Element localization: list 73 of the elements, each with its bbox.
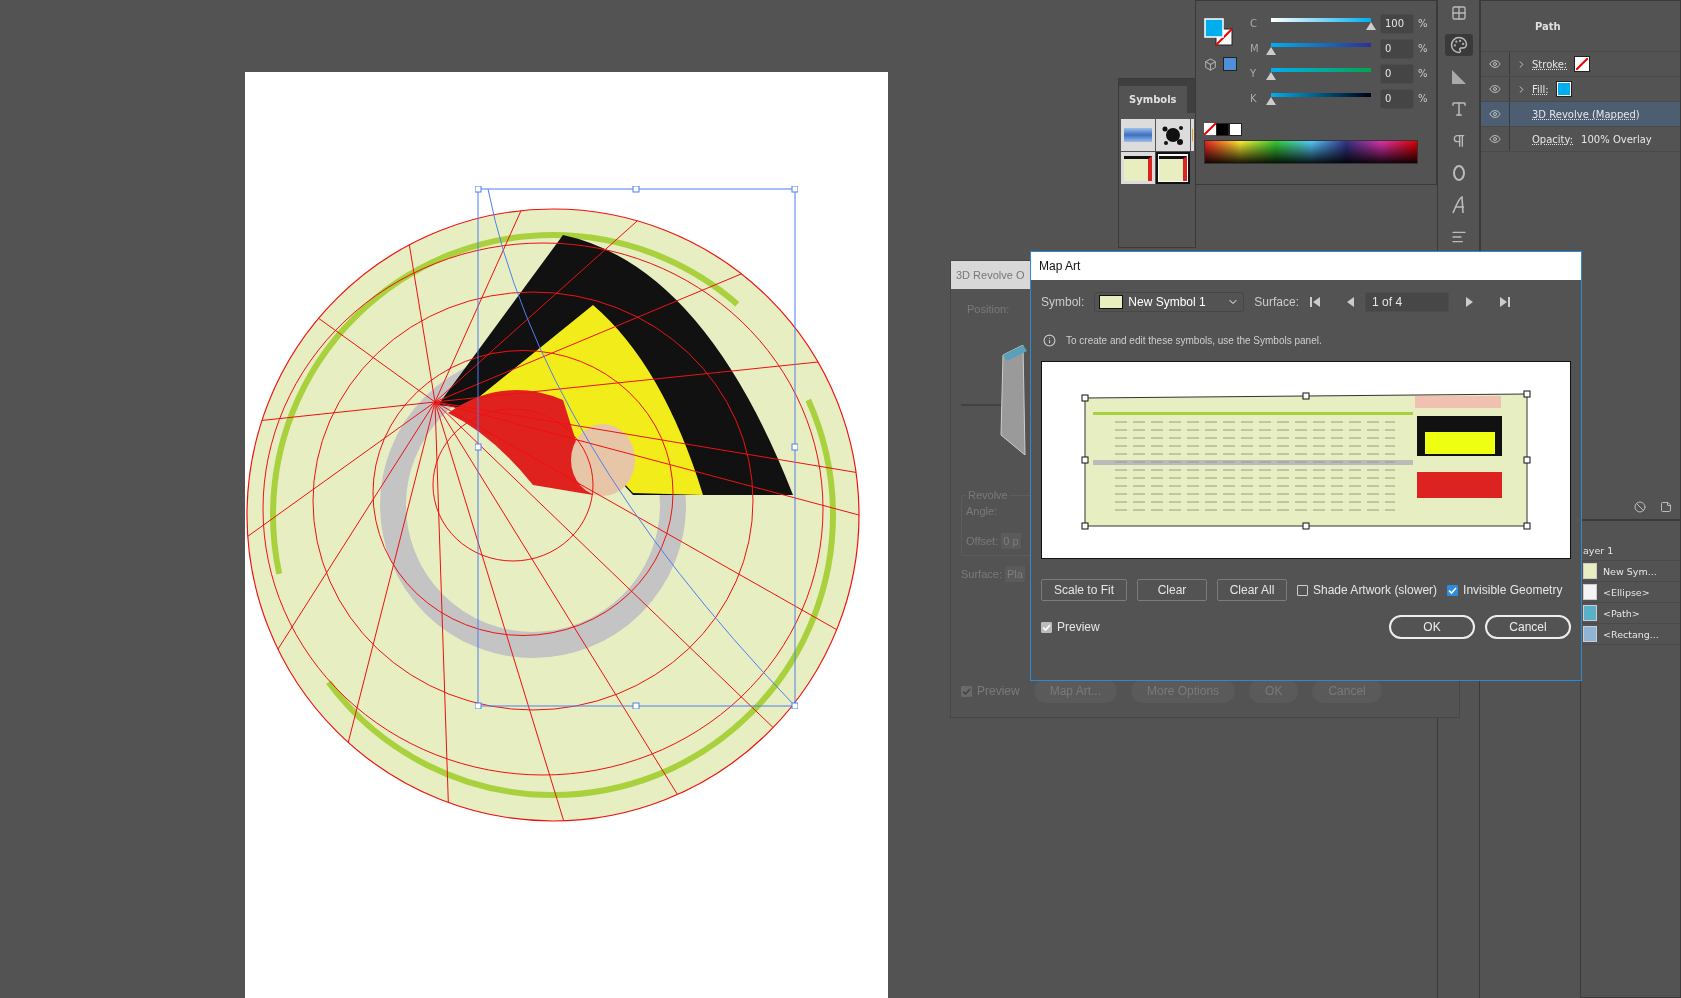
layer-item-name[interactable]: <Rectang... [1603,628,1659,640]
color-spectrum[interactable] [1204,140,1418,164]
appearance-label[interactable]: Stroke: [1532,58,1568,70]
checkbox-label[interactable]: Shade Artwork (slower) [1313,583,1438,597]
layer-item-name[interactable]: New Sym... [1603,565,1657,577]
percent-unit: % [1418,43,1428,54]
channel-value-field[interactable]: 0 [1380,88,1414,109]
layer-thumbnail [1583,605,1597,621]
visibility-eye-icon[interactable] [1489,133,1501,145]
percent-unit: % [1418,68,1428,79]
layer-thumbnail [1583,563,1597,579]
appearance-label[interactable]: Fill: [1532,83,1549,95]
symbols-tab[interactable]: Symbols [1119,86,1187,113]
layer-thumbnail [1583,626,1597,642]
clear-all-button[interactable]: Clear All [1217,579,1287,601]
checkbox[interactable] [1447,584,1459,596]
layer-name[interactable]: ayer 1 [1583,545,1614,556]
cube-icon[interactable] [1204,57,1217,71]
channel-label: C [1250,18,1258,29]
checkbox[interactable] [1041,621,1052,633]
none-swatch[interactable] [1204,123,1216,136]
last-surface-icon[interactable] [1499,296,1512,308]
layer-item-name[interactable]: <Path> [1603,607,1640,619]
visibility-eye-icon[interactable] [1489,83,1501,95]
channel-label: K [1250,93,1258,104]
channel-value-field[interactable]: 0 [1380,63,1414,84]
symbol-thumbnail[interactable] [1156,152,1190,184]
fill-swatch[interactable] [1556,82,1571,96]
slider-thumb[interactable] [1266,46,1276,55]
stroke-swatch[interactable] [1575,57,1590,71]
percent-unit: % [1418,93,1428,104]
layer-thumbnail [1583,584,1597,600]
channel-value-field[interactable]: 0 [1380,38,1414,59]
symbol-swatch-icon [1099,295,1124,309]
info-icon [1043,334,1056,347]
previous-surface-icon[interactable] [1345,296,1356,308]
ok-button[interactable]: OK [1389,615,1475,639]
scale-to-fit-button[interactable]: Scale to Fit [1041,579,1127,601]
surface-field[interactable]: 1 of 4 [1365,292,1450,312]
channel-label: M [1250,43,1260,54]
surface-label: Surface: [1254,295,1300,309]
slider-thumb[interactable] [1266,96,1276,105]
first-surface-icon[interactable] [1309,296,1322,308]
layer-item-name[interactable]: <Ellipse> [1603,586,1650,598]
opacity-value: 100% Overlay [1581,133,1652,145]
visibility-eye-icon[interactable] [1489,58,1501,70]
color-swatch[interactable] [1229,123,1242,136]
dialog-title: Map Art [1031,252,1581,280]
channel-value-field[interactable]: 100 [1380,13,1414,34]
checkbox-label[interactable]: Preview [1057,620,1100,634]
color-swatch[interactable] [1216,123,1229,136]
appearance-row[interactable]: 3D Revolve (Mapped) [1481,102,1680,127]
symbol-artwork-drawing[interactable] [1081,390,1531,530]
visibility-eye-icon[interactable] [1489,108,1501,120]
symbol-label: Symbol: [1041,295,1085,309]
channel-label: Y [1250,68,1258,79]
cancel-button[interactable]: Cancel [1485,615,1571,639]
color-swatch[interactable] [1223,57,1237,71]
slider-thumb[interactable] [1266,71,1276,80]
appearance-label[interactable]: Opacity: [1532,133,1574,145]
percent-unit: % [1418,18,1428,29]
duplicate-item-icon[interactable] [1660,501,1672,513]
clear-appearance-icon[interactable] [1634,501,1646,513]
symbol-dropdown[interactable]: New Symbol 1 [1094,292,1245,312]
info-text: To create and edit these symbols, use the Symbols panel. [1066,335,1322,346]
palette-icon[interactable] [1444,34,1473,56]
checkbox-label[interactable]: Invisible Geometry [1463,583,1563,597]
appearance-row[interactable]: Stroke: [1481,52,1680,77]
clear-button[interactable]: Clear [1137,579,1207,601]
appearance-title: Path [1535,20,1561,32]
appearance-label[interactable]: 3D Revolve (Mapped) [1532,108,1640,120]
appearance-row[interactable]: Opacity: 100% Overlay [1481,127,1680,152]
checkbox[interactable] [961,685,972,697]
